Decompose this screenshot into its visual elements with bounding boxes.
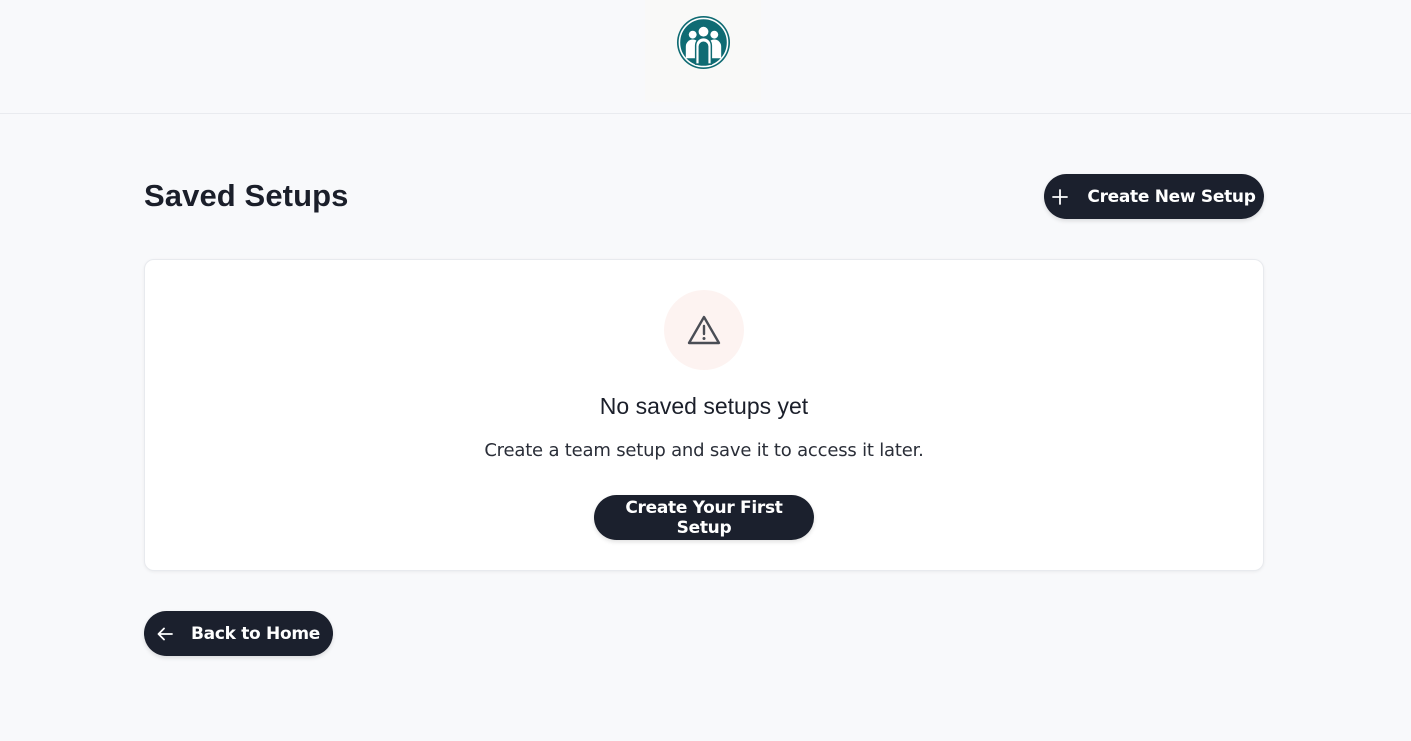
empty-state-description: Create a team setup and save it to acces… xyxy=(484,440,924,461)
create-first-setup-label: Create Your First Setup xyxy=(625,497,783,538)
warning-icon-badge xyxy=(664,290,744,370)
team-people-icon xyxy=(676,15,730,70)
plus-icon xyxy=(1052,188,1069,205)
page-title: Saved Setups xyxy=(144,178,349,213)
empty-state-card: No saved setups yet Create a team setup … xyxy=(144,259,1264,571)
warning-triangle-icon xyxy=(687,315,721,345)
arrow-left-icon xyxy=(157,627,173,641)
create-first-setup-button[interactable]: Create Your First Setup xyxy=(594,495,814,540)
back-to-home-button[interactable]: Back to Home xyxy=(144,611,333,656)
empty-state-title: No saved setups yet xyxy=(599,393,809,419)
logo-container[interactable] xyxy=(645,0,761,102)
create-new-setup-button[interactable]: Create New Setup xyxy=(1044,174,1264,219)
create-new-setup-label: Create New Setup xyxy=(1087,186,1256,207)
app-header xyxy=(0,0,1411,114)
back-to-home-label: Back to Home xyxy=(190,623,320,644)
